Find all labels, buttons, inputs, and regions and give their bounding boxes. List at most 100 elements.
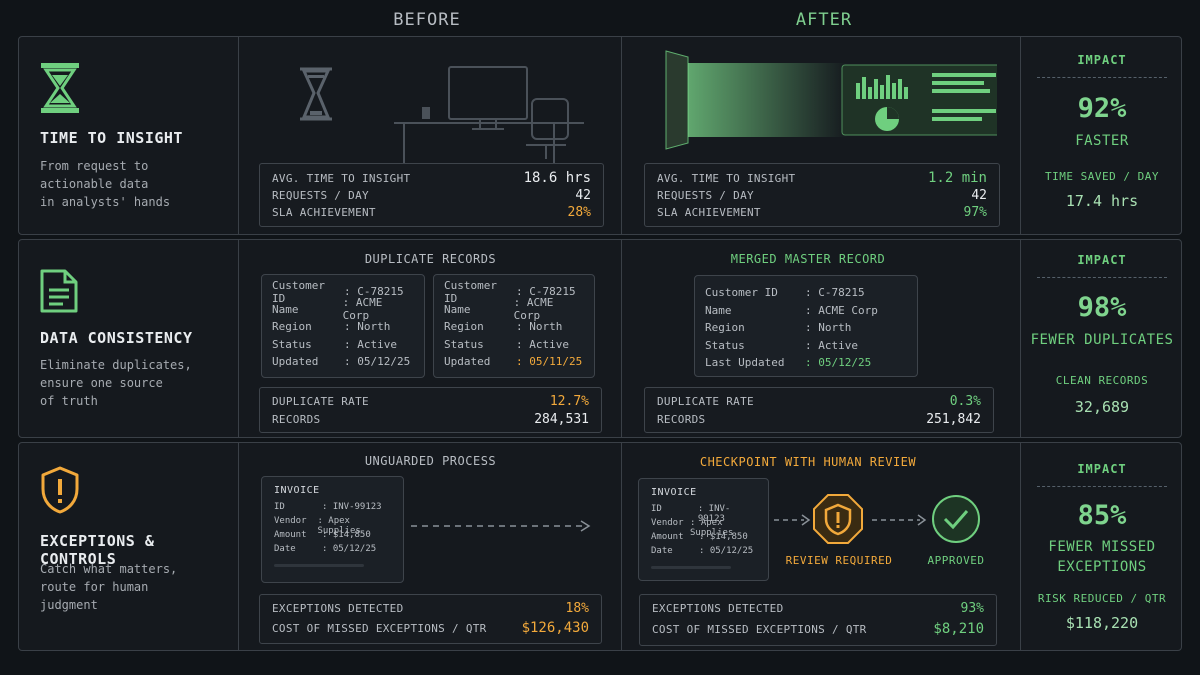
impact-divider	[1037, 77, 1167, 78]
impact-secondary-value: 32,689	[1074, 398, 1130, 416]
field-label: Date	[651, 546, 673, 556]
approved-check-icon	[932, 495, 980, 543]
impact-cell: IMPACT 85% FEWER MISSED EXCEPTIONS RISK …	[1021, 443, 1183, 650]
field-value: : 05/12/25	[699, 546, 754, 556]
metric-value: 12.7%	[549, 394, 589, 409]
invoice-title: INVOICE	[274, 485, 320, 496]
field-label: Status	[444, 337, 484, 351]
row-label-cell: EXCEPTIONS & CONTROLS Catch what matters…	[19, 443, 239, 650]
after-column-header: AFTER	[795, 10, 853, 30]
field-value: : INV-99123	[322, 502, 382, 512]
duplicate-record-card: Customer ID: C-78215 Name: ACME Corp Reg…	[433, 274, 595, 378]
impact-divider	[1037, 277, 1167, 278]
field-label: ID	[274, 502, 285, 512]
master-record-card: Customer ID: C-78215 Name: ACME Corp Reg…	[694, 275, 918, 377]
approved-label: APPROVED	[927, 554, 985, 567]
impact-divider	[1037, 486, 1167, 487]
metric-label: AVG. TIME TO INSIGHT	[272, 172, 411, 185]
impact-secondary-label: RISK REDUCED / QTR	[1037, 592, 1167, 605]
field-label: ID	[651, 504, 662, 514]
before-metrics: EXCEPTIONS DETECTED 18% COST OF MISSED EX…	[259, 594, 602, 644]
field-value: : 05/12/25	[805, 356, 872, 370]
row-description: Eliminate duplicates, ensure one source …	[40, 358, 192, 408]
after-metrics: AVG. TIME TO INSIGHT 1.2 min REQUESTS / D…	[644, 163, 1000, 227]
field-value: : ACME Corp	[513, 296, 554, 323]
field-label: Amount	[651, 532, 684, 542]
impact-secondary-label: CLEAN RECORDS	[1055, 374, 1149, 387]
row-data-consistency: DATA CONSISTENCY Eliminate duplicates, e…	[18, 239, 1182, 438]
field-label: Vendor	[274, 516, 307, 526]
row-exceptions-controls: EXCEPTIONS & CONTROLS Catch what matters…	[18, 442, 1182, 651]
row-time-to-insight: TIME TO INSIGHT From request to actionab…	[18, 36, 1182, 235]
field-label: Region	[444, 320, 484, 334]
field-value: : Apex Supplies	[317, 516, 361, 536]
metric-label: REQUESTS / DAY	[272, 188, 369, 202]
field-value: : C-78215	[805, 286, 865, 300]
duplicate-record-card: Customer ID: C-78215 Name: ACME Corp Reg…	[261, 274, 425, 378]
metric-label: AVG. TIME TO INSIGHT	[657, 172, 796, 185]
metric-label: COST OF MISSED EXCEPTIONS / QTR	[272, 622, 487, 635]
dashboard-illustration	[665, 50, 997, 150]
dashed-arrow-icon	[411, 520, 591, 532]
metric-label: EXCEPTIONS DETECTED	[652, 602, 784, 615]
field-label: Last Updated	[705, 356, 785, 370]
field-value: : North	[805, 321, 852, 335]
field-label: Customer ID	[444, 278, 497, 305]
impact-secondary-label: TIME SAVED / DAY	[1045, 170, 1159, 183]
before-cell: AVG. TIME TO INSIGHT 18.6 hrs REQUESTS / …	[239, 37, 622, 234]
metric-value: 42	[971, 187, 987, 203]
row-title: DATA CONSISTENCY	[40, 329, 193, 347]
review-required-label: REVIEW REQUIRED	[785, 554, 893, 567]
field-label: Updated	[272, 355, 319, 369]
before-cell: DUPLICATE RECORDS Customer ID: C-78215 N…	[239, 240, 622, 437]
metric-value: 18.6 hrs	[523, 170, 591, 186]
field-label: Name	[272, 302, 299, 316]
field-label: Customer ID	[705, 286, 778, 300]
field-value: : Active	[805, 338, 858, 352]
desk-computer-illustration	[300, 66, 584, 163]
metric-value: 42	[575, 187, 591, 203]
metric-label: REQUESTS / DAY	[657, 188, 754, 202]
metric-value: 18%	[565, 601, 589, 616]
metric-label: RECORDS	[272, 412, 321, 426]
metric-value: 97%	[963, 205, 987, 220]
placeholder-bar	[274, 564, 364, 567]
impact-secondary-value: 17.4 hrs	[1065, 192, 1139, 210]
before-column-header: BEFORE	[393, 10, 461, 30]
hourglass-icon	[41, 63, 79, 113]
impact-cell: IMPACT 98% FEWER DUPLICATES CLEAN RECORD…	[1021, 240, 1183, 437]
review-octagon-icon	[813, 494, 863, 544]
metric-value: 1.2 min	[927, 170, 987, 186]
row-description: From request to actionable data in analy…	[40, 159, 171, 209]
field-label: Customer ID	[272, 278, 325, 305]
row-label-cell: DATA CONSISTENCY Eliminate duplicates, e…	[19, 240, 239, 437]
field-value: : 05/12/25	[322, 544, 377, 554]
metric-value: 251,842	[926, 411, 981, 427]
field-label: Status	[705, 338, 745, 352]
metric-label: EXCEPTIONS DETECTED	[272, 602, 404, 615]
impact-cell: IMPACT 92% FASTER TIME SAVED / DAY 17.4 …	[1021, 37, 1183, 234]
field-label: Status	[272, 337, 312, 351]
placeholder-bar	[651, 566, 731, 569]
field-value: : Apex Supplies	[689, 518, 734, 538]
invoice-title: INVOICE	[651, 487, 697, 498]
field-label: Name	[444, 302, 471, 316]
row-title: TIME TO INSIGHT	[40, 129, 183, 147]
before-metrics: AVG. TIME TO INSIGHT 18.6 hrs REQUESTS / …	[259, 163, 604, 227]
impact-label: FASTER	[1075, 133, 1129, 149]
metric-label: SLA ACHIEVEMENT	[657, 206, 761, 219]
field-value: : 05/11/25	[516, 355, 583, 369]
after-cell: AVG. TIME TO INSIGHT 1.2 min REQUESTS / D…	[622, 37, 1021, 234]
row-label-cell: TIME TO INSIGHT From request to actionab…	[19, 37, 239, 234]
invoice-card: INVOICE ID : INV-99123 Vendor : Apex Suppl…	[261, 476, 404, 583]
metric-value: 284,531	[534, 411, 589, 427]
metric-label: RECORDS	[657, 412, 706, 426]
metric-label: SLA ACHIEVEMENT	[272, 206, 376, 219]
field-value: : North	[516, 320, 563, 334]
impact-percent: 92%	[1077, 93, 1127, 124]
impact-title: IMPACT	[1077, 462, 1127, 476]
field-value: : $14,850	[699, 532, 748, 542]
metric-value: 93%	[960, 601, 984, 616]
field-value: : 05/12/25	[344, 355, 411, 369]
metric-label: COST OF MISSED EXCEPTIONS / QTR	[652, 623, 867, 636]
